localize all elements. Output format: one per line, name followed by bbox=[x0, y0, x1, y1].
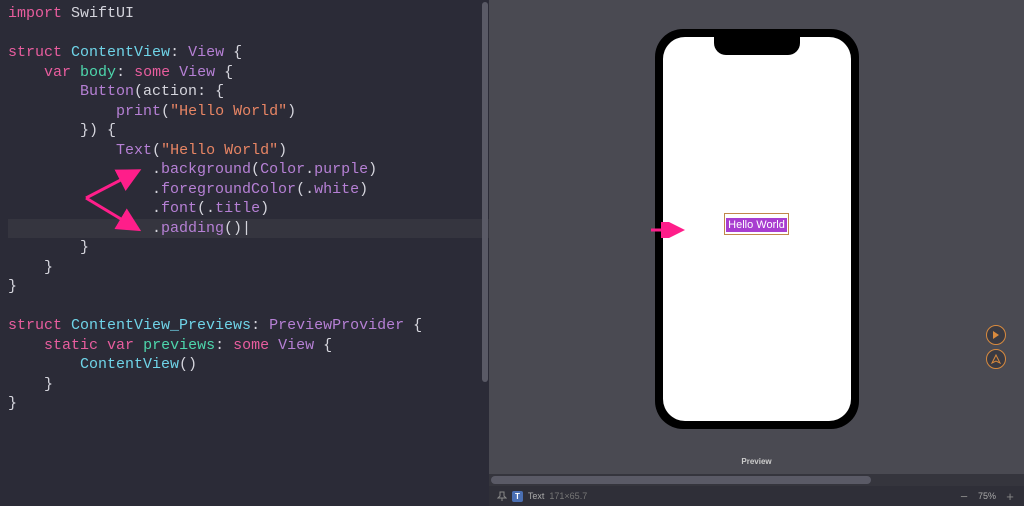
play-icon bbox=[992, 331, 1000, 339]
editor-vertical-scrollbar[interactable] bbox=[481, 0, 489, 506]
inspect-preview-button[interactable] bbox=[986, 349, 1006, 369]
phone-screen: Hello World bbox=[663, 37, 851, 421]
zoom-in-button[interactable]: + bbox=[1004, 489, 1016, 504]
preview-button[interactable]: Hello World bbox=[726, 218, 787, 232]
phone-simulator: Hello World bbox=[655, 29, 859, 429]
phone-notch bbox=[714, 37, 800, 55]
play-preview-button[interactable] bbox=[986, 325, 1006, 345]
zoom-out-button[interactable]: − bbox=[958, 489, 970, 504]
preview-label: Preview bbox=[741, 457, 771, 466]
code-editor[interactable]: import SwiftUI struct ContentView: View … bbox=[0, 0, 489, 506]
status-bar: T Text 171×65.7 − 75% + bbox=[489, 486, 1024, 506]
preview-toolbar bbox=[986, 325, 1006, 369]
selection-dimensions: 171×65.7 bbox=[549, 491, 587, 501]
pin-icon[interactable] bbox=[497, 491, 507, 501]
selection-name: Text bbox=[528, 491, 545, 501]
preview-canvas[interactable]: Hello World bbox=[489, 0, 1024, 449]
selection-type-badge: T bbox=[512, 491, 523, 502]
zoom-level[interactable]: 75% bbox=[978, 491, 996, 501]
send-icon bbox=[991, 354, 1001, 364]
preview-panel: Hello World Preview T Text 171×65. bbox=[489, 0, 1024, 506]
preview-horizontal-scrollbar[interactable] bbox=[489, 474, 1024, 486]
selection-outline[interactable]: Hello World bbox=[724, 213, 789, 235]
